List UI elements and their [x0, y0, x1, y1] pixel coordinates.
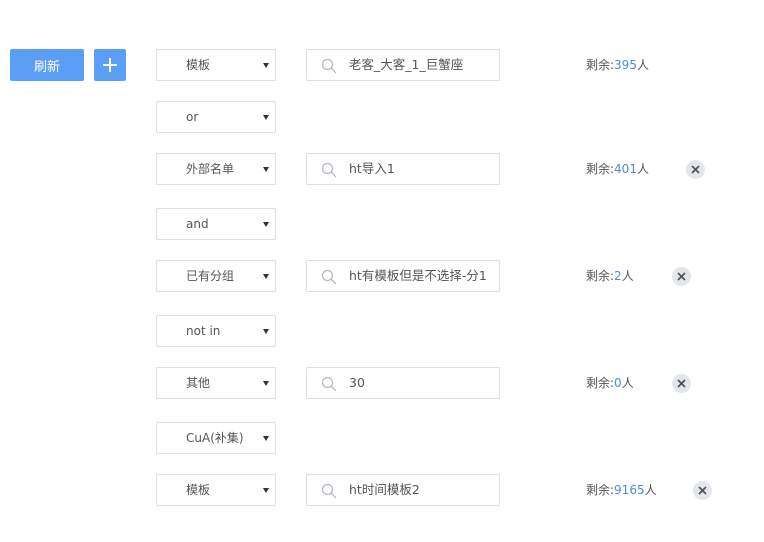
- search-icon: [321, 162, 337, 178]
- condition-search-value: 30: [349, 375, 365, 390]
- remove-condition-button[interactable]: [672, 267, 691, 286]
- operator-select[interactable]: and: [156, 208, 276, 240]
- search-icon: [321, 483, 337, 499]
- remaining-number: 2: [614, 269, 622, 283]
- condition-type-select[interactable]: 已有分组: [156, 260, 276, 292]
- operator-value: and: [186, 217, 209, 231]
- remaining-number: 395: [614, 58, 637, 72]
- close-icon: [698, 486, 707, 495]
- condition-search-value: ht时间模板2: [349, 482, 420, 497]
- condition-row: 已有分组 ht有模板但是不选择-分1 剩余:2人: [0, 260, 764, 292]
- operator-value: or: [186, 110, 199, 124]
- operator-select[interactable]: not in: [156, 315, 276, 347]
- condition-search-input[interactable]: ht时间模板2: [306, 474, 500, 506]
- close-icon: [691, 165, 700, 174]
- remaining-number: 401: [614, 162, 637, 176]
- remaining-prefix: 剩余:: [586, 376, 615, 390]
- search-icon: [321, 58, 337, 74]
- remaining-suffix: 人: [621, 269, 634, 283]
- remaining-count: 剩余:2人: [586, 260, 634, 292]
- caret-down-icon: [263, 274, 269, 279]
- remove-condition-button[interactable]: [693, 481, 712, 500]
- condition-type-value: 其他: [186, 376, 211, 390]
- condition-row: 外部名单 ht导入1 剩余:401人: [0, 153, 764, 185]
- caret-down-icon: [263, 381, 269, 386]
- caret-down-icon: [263, 329, 269, 334]
- condition-search-input[interactable]: 30: [306, 367, 500, 399]
- condition-type-value: 模板: [186, 483, 211, 497]
- operator-row: CuA(补集): [0, 422, 764, 454]
- condition-row: 模板 ht时间模板2 剩余:9165人: [0, 474, 764, 506]
- caret-down-icon: [263, 436, 269, 441]
- remaining-count: 剩余:401人: [586, 153, 649, 185]
- search-icon: [321, 269, 337, 285]
- caret-down-icon: [263, 63, 269, 68]
- condition-type-value: 模板: [186, 58, 211, 72]
- operator-row: and: [0, 208, 764, 240]
- condition-type-select[interactable]: 外部名单: [156, 153, 276, 185]
- remaining-number: 0: [614, 376, 622, 390]
- remaining-prefix: 剩余:: [586, 58, 615, 72]
- operator-select[interactable]: or: [156, 101, 276, 133]
- operator-value: CuA(补集): [186, 431, 244, 445]
- operator-row: not in: [0, 315, 764, 347]
- condition-type-select[interactable]: 模板: [156, 474, 276, 506]
- remaining-prefix: 剩余:: [586, 162, 615, 176]
- caret-down-icon: [263, 167, 269, 172]
- close-icon: [677, 379, 686, 388]
- remaining-count: 剩余:395人: [586, 49, 649, 81]
- condition-search-value: 老客_大客_1_巨蟹座: [349, 57, 464, 72]
- remaining-number: 9165: [614, 483, 645, 497]
- remaining-count: 剩余:9165人: [586, 474, 657, 506]
- search-icon: [321, 376, 337, 392]
- condition-type-value: 已有分组: [186, 269, 235, 283]
- caret-down-icon: [263, 488, 269, 493]
- condition-type-select[interactable]: 模板: [156, 49, 276, 81]
- caret-down-icon: [263, 115, 269, 120]
- remove-condition-button[interactable]: [672, 374, 691, 393]
- remaining-suffix: 人: [621, 376, 634, 390]
- condition-type-value: 外部名单: [186, 162, 235, 176]
- condition-type-select[interactable]: 其他: [156, 367, 276, 399]
- condition-search-value: ht有模板但是不选择-分1: [349, 268, 487, 283]
- operator-value: not in: [186, 324, 221, 338]
- remaining-prefix: 剩余:: [586, 483, 615, 497]
- condition-row: 模板 老客_大客_1_巨蟹座 剩余:395人: [0, 49, 764, 81]
- condition-search-input[interactable]: 老客_大客_1_巨蟹座: [306, 49, 500, 81]
- condition-search-input[interactable]: ht导入1: [306, 153, 500, 185]
- condition-row: 其他 30 剩余:0人: [0, 367, 764, 399]
- condition-search-input[interactable]: ht有模板但是不选择-分1: [306, 260, 500, 292]
- remaining-suffix: 人: [636, 162, 649, 176]
- remove-condition-button[interactable]: [686, 160, 705, 179]
- condition-search-value: ht导入1: [349, 161, 395, 176]
- caret-down-icon: [263, 222, 269, 227]
- remaining-count: 剩余:0人: [586, 367, 634, 399]
- remaining-suffix: 人: [644, 483, 657, 497]
- operator-row: or: [0, 101, 764, 133]
- remaining-suffix: 人: [636, 58, 649, 72]
- close-icon: [677, 272, 686, 281]
- remaining-prefix: 剩余:: [586, 269, 615, 283]
- operator-select[interactable]: CuA(补集): [156, 422, 276, 454]
